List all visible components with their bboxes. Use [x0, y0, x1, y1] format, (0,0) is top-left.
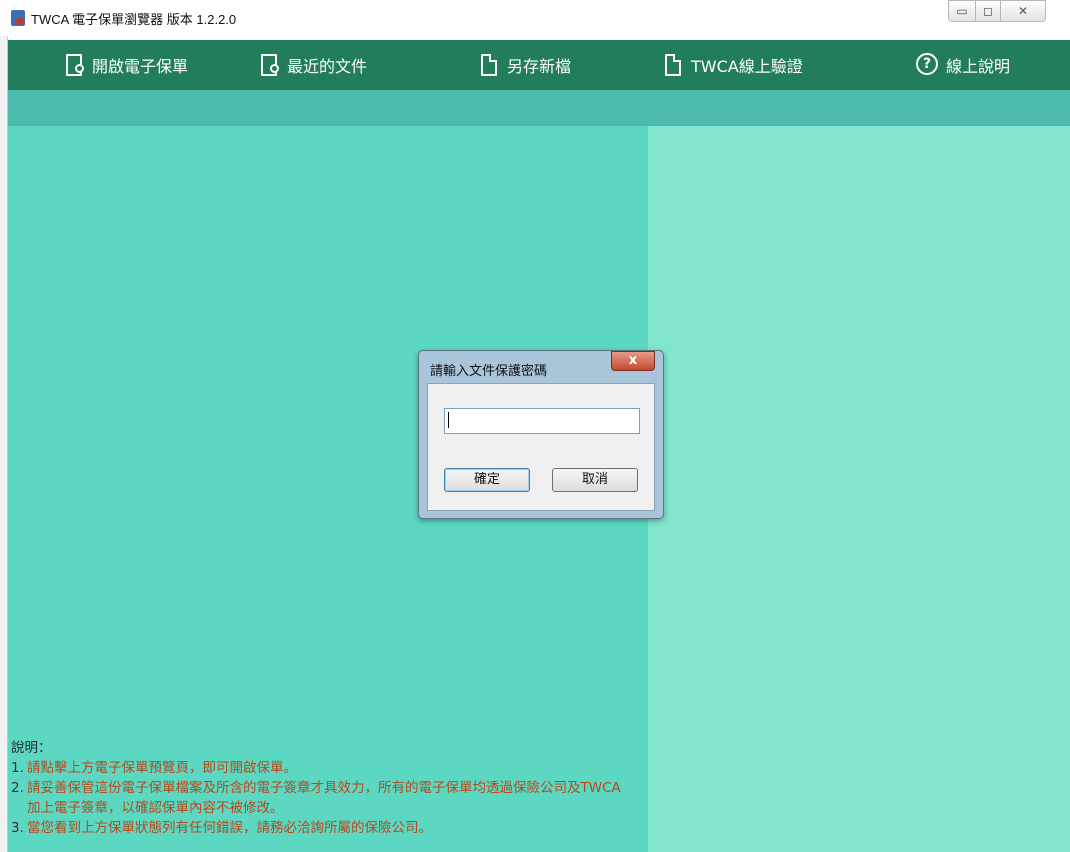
instruction-number: 1. — [11, 760, 24, 776]
instructions: 說明： 1. 請點擊上方電子保單預覽頁，即可開啟保單。 2. 請妥善保管這份電子… — [11, 738, 651, 838]
dialog-close-button[interactable]: x — [611, 351, 655, 371]
ok-button[interactable]: 確定 — [444, 468, 530, 492]
dialog-title: 請輸入文件保護密碼 — [430, 364, 548, 379]
instruction-item: 3. 當您看到上方保單狀態列有任何錯誤，請務必洽詢所屬的保險公司。 — [11, 818, 651, 838]
save-as-label: 另存新檔 — [507, 57, 572, 76]
open-policy-label: 開啟電子保單 — [92, 57, 189, 76]
online-help-label: 線上說明 — [946, 57, 1011, 76]
online-verify-label: TWCA線上驗證 — [691, 57, 803, 76]
status-bar — [8, 90, 1070, 126]
save-as-icon — [481, 53, 501, 77]
toolbar: 開啟電子保單 最近的文件 另存新檔 TWCA線上驗證 ? 線上說明 — [8, 40, 1070, 90]
password-input[interactable] — [444, 408, 640, 434]
cancel-button[interactable]: 取消 — [552, 468, 638, 492]
recent-documents-button[interactable]: 最近的文件 — [261, 40, 367, 90]
online-verify-button[interactable]: TWCA線上驗證 — [665, 40, 803, 90]
policy-detail-panel — [648, 126, 1070, 852]
online-verify-icon — [665, 53, 685, 77]
app-icon — [11, 10, 25, 26]
window-left-border — [0, 36, 8, 852]
instructions-heading: 說明： — [11, 740, 52, 756]
instruction-text: 當您看到上方保單狀態列有任何錯誤，請務必洽詢所屬的保險公司。 — [27, 820, 432, 836]
close-window-button[interactable]: ✕ — [1000, 0, 1046, 22]
dialog-body: 確定 取消 — [427, 383, 655, 511]
instruction-text: 請點擊上方電子保單預覽頁，即可開啟保單。 — [27, 760, 297, 776]
online-help-button[interactable]: ? 線上說明 — [916, 40, 1010, 90]
password-dialog: 請輸入文件保護密碼 x 確定 取消 — [418, 350, 664, 519]
minimize-button[interactable]: ▭ — [948, 0, 976, 22]
open-document-icon — [66, 53, 86, 77]
window-controls: ▭ ◻ ✕ — [948, 0, 1058, 22]
instruction-number: 3. — [11, 820, 24, 836]
window-title: TWCA 電子保單瀏覽器 版本 1.2.2.0 — [31, 12, 237, 27]
maximize-button[interactable]: ◻ — [975, 0, 1001, 22]
text-caret — [448, 412, 449, 428]
instruction-item: 1. 請點擊上方電子保單預覽頁，即可開啟保單。 — [11, 758, 651, 778]
help-icon: ? — [916, 53, 940, 77]
instruction-item: 2. 請妥善保管這份電子保單檔案及所含的電子簽章才具效力，所有的電子保單均透過保… — [11, 778, 651, 818]
instruction-number: 2. — [11, 780, 24, 796]
title-bar: TWCA 電子保單瀏覽器 版本 1.2.2.0 ▭ ◻ ✕ — [0, 0, 1070, 36]
recent-documents-label: 最近的文件 — [287, 57, 368, 76]
instruction-text: 請妥善保管這份電子保單檔案及所含的電子簽章才具效力，所有的電子保單均透過保險公司… — [27, 780, 621, 816]
recent-document-icon — [261, 53, 281, 77]
open-policy-button[interactable]: 開啟電子保單 — [66, 40, 188, 90]
save-as-button[interactable]: 另存新檔 — [481, 40, 571, 90]
